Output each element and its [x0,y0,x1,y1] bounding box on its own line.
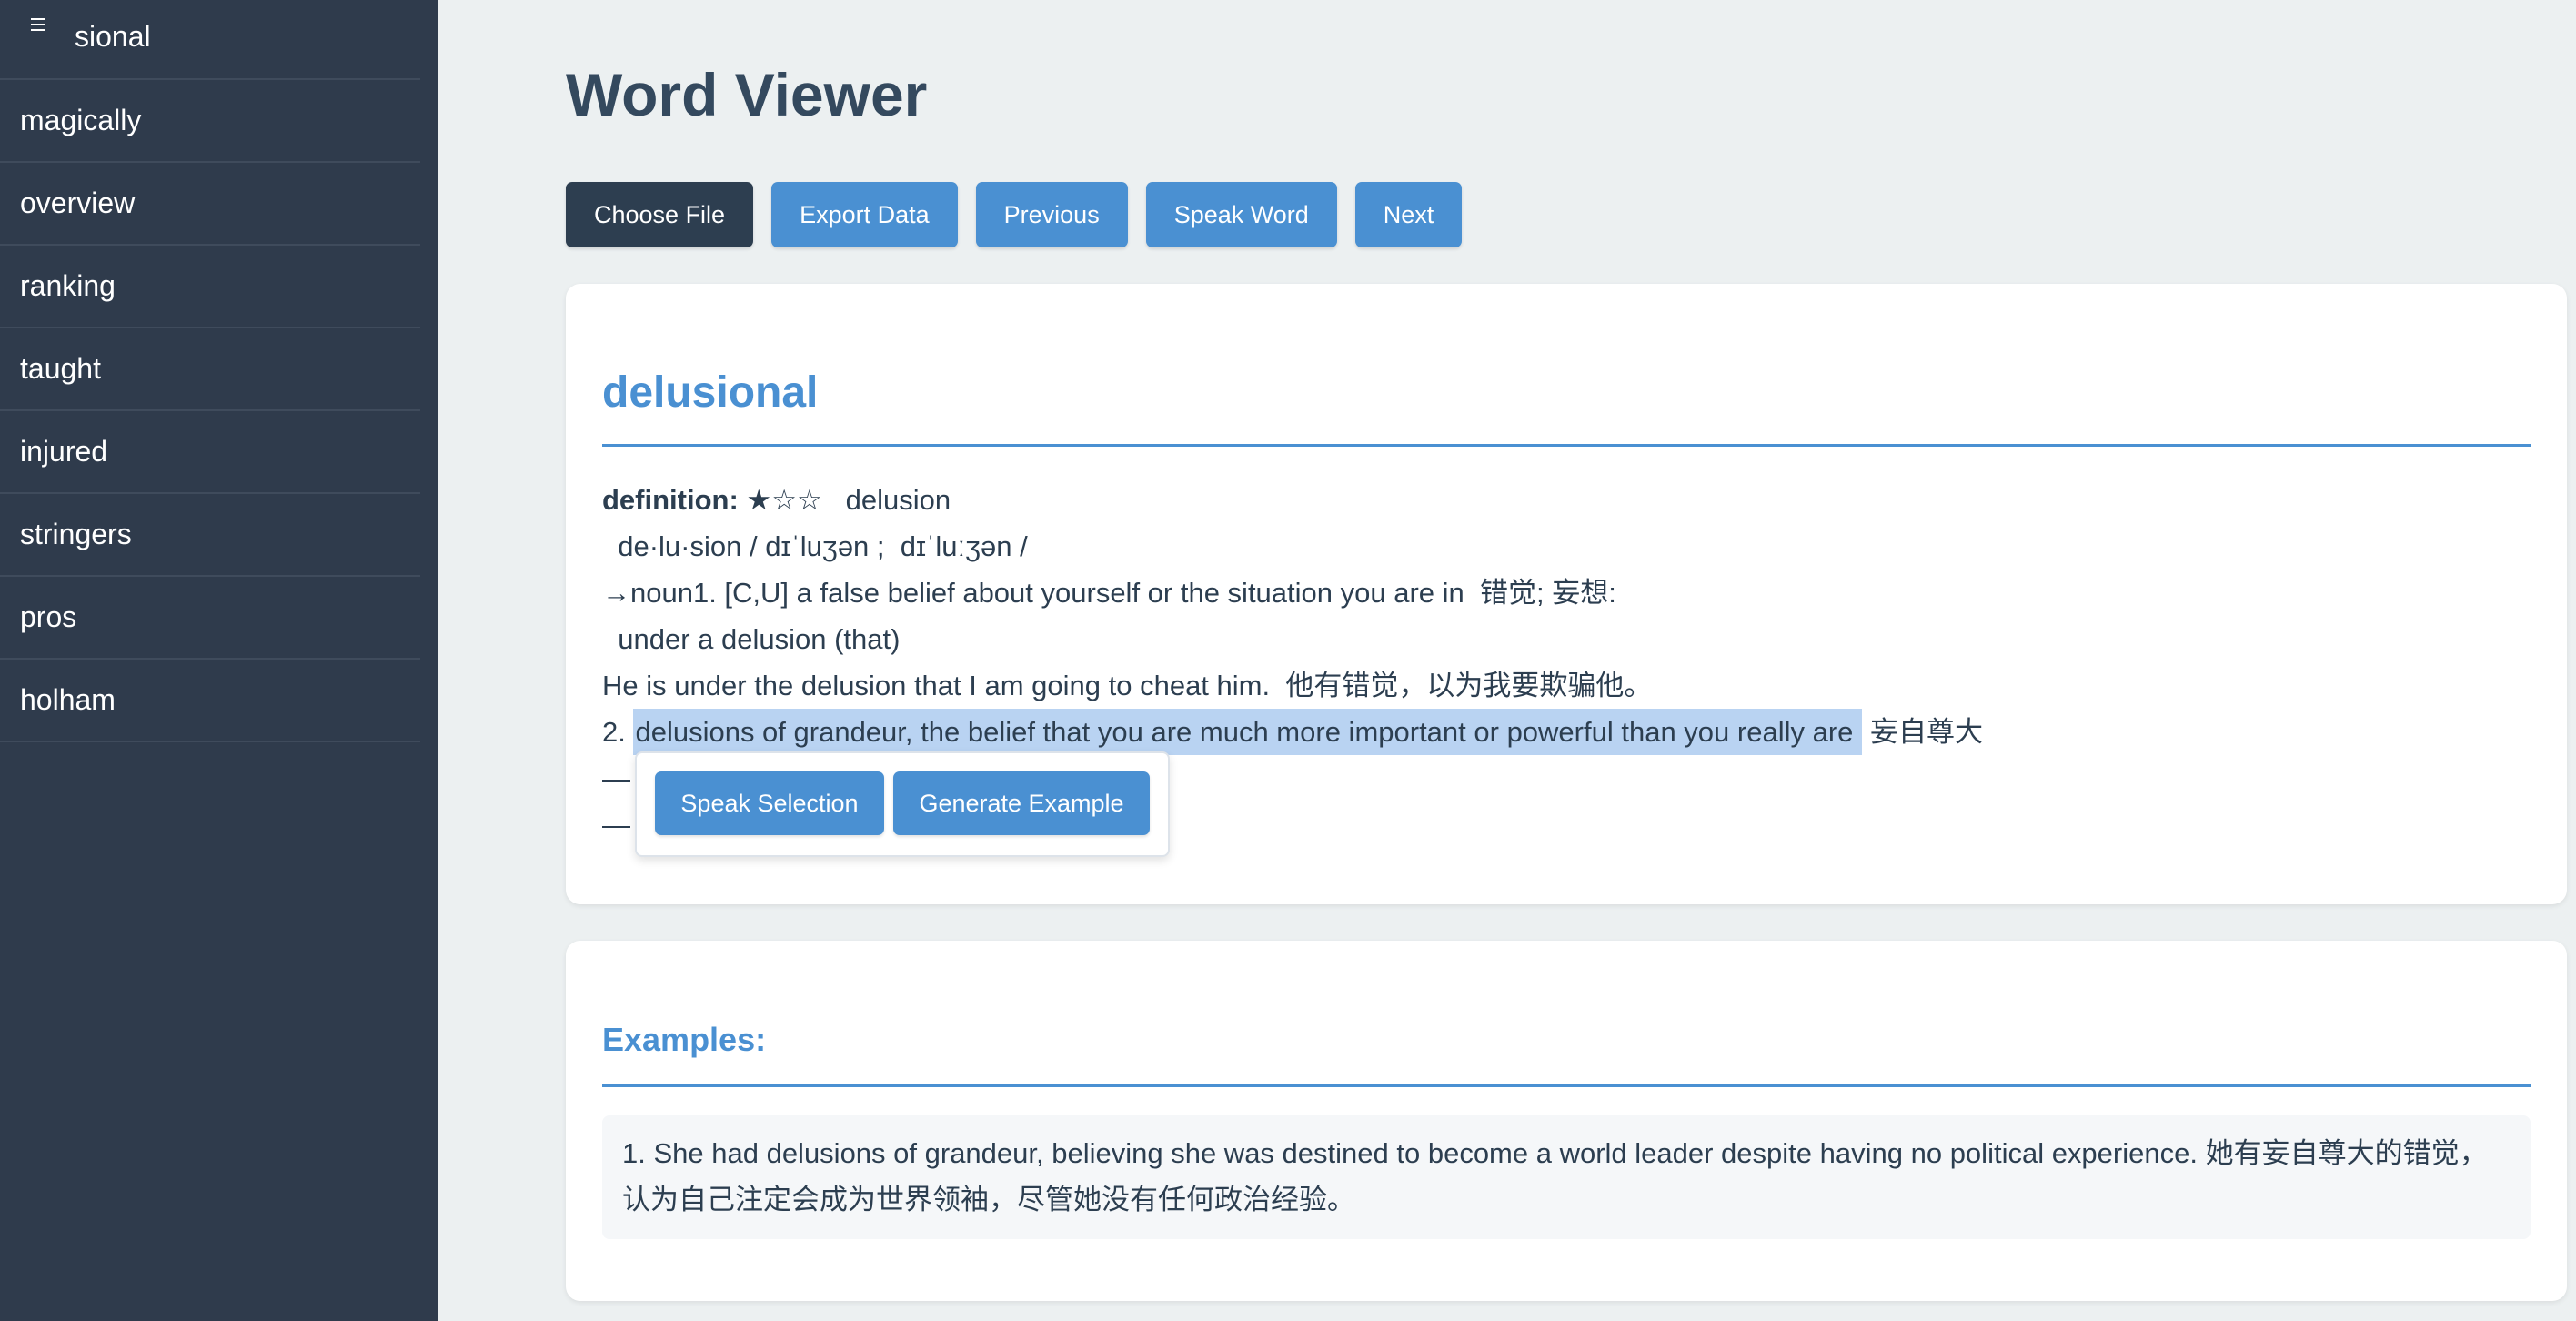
definition-header-line: definition: ★☆☆ delusion [602,477,1983,523]
examples-divider [602,1084,2531,1087]
speak-word-button[interactable]: Speak Word [1145,182,1337,247]
definition-line[interactable]: →noun1. [C,U] a false belief about yours… [602,570,1983,616]
sidebar-current-word: sional [75,20,151,53]
pronunciation-line[interactable]: de·lu·sion / dɪˈluʒən ; dɪˈluːʒən / [602,523,1983,570]
definition-line[interactable]: He is under the delusion that I am going… [602,662,1983,709]
definition-line-selected[interactable]: 2. delusions of grandeur, the belief tha… [602,709,1983,755]
export-data-button[interactable]: Export Data [771,182,958,247]
page-title: Word Viewer [566,61,928,128]
sidebar-item-pros[interactable]: pros [0,577,420,660]
previous-button[interactable]: Previous [975,182,1128,247]
generate-example-button[interactable]: Generate Example [893,771,1150,835]
word-heading-divider [602,444,2531,447]
examples-card: Examples: 1. She had delusions of grande… [566,941,2567,1301]
selection-popup: Speak Selection Generate Example [635,751,1170,857]
sidebar-item-stringers[interactable]: stringers [0,494,420,577]
choose-file-button[interactable]: Choose File [566,182,754,247]
selected-text[interactable]: delusions of grandeur, the belief that y… [633,709,1863,755]
definition-headword: delusion [845,484,951,516]
example-item[interactable]: 1. She had delusions of grandeur, believ… [602,1115,2531,1239]
sidebar-item-holham[interactable]: holham [0,660,420,742]
sidebar-header: sional [0,0,420,80]
word-heading: delusional [602,368,819,417]
definition-line[interactable]: under a delusion (that) [602,616,1983,662]
rating-stars: ★☆☆ [746,484,822,516]
sidebar-item-injured[interactable]: injured [0,411,420,494]
main-content: Word Viewer Choose File Export Data Prev… [438,0,2576,1321]
speak-selection-button[interactable]: Speak Selection [655,771,884,835]
sidebar: sional magically overview ranking taught… [0,0,438,1321]
examples-heading: Examples: [602,1021,767,1058]
toolbar: Choose File Export Data Previous Speak W… [566,182,1463,247]
hamburger-menu-icon[interactable] [31,18,49,33]
definition-label: definition: [602,484,739,516]
sidebar-item-taught[interactable]: taught [0,328,420,411]
sidebar-item-ranking[interactable]: ranking [0,246,420,328]
next-button[interactable]: Next [1354,182,1463,247]
sidebar-item-magically[interactable]: magically [0,80,420,163]
sidebar-item-overview[interactable]: overview [0,163,420,246]
